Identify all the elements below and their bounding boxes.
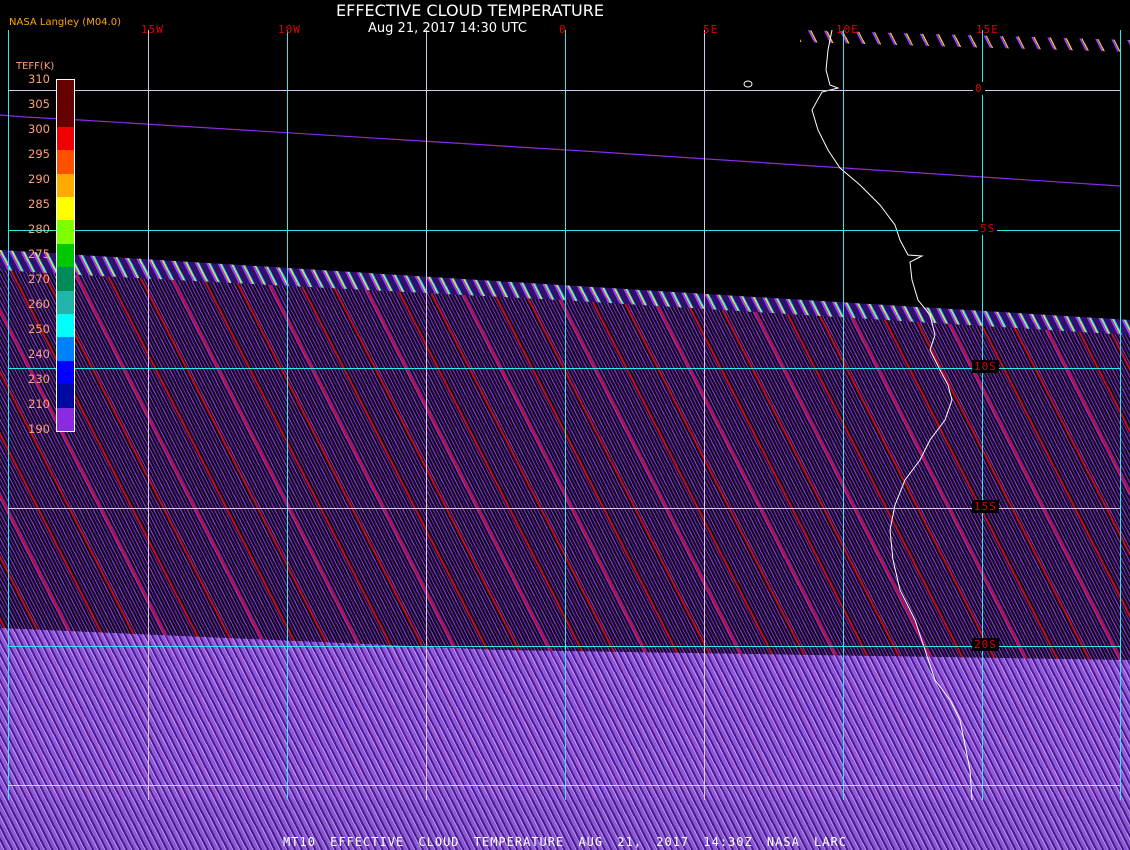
- legend-title: TEFF(K): [16, 61, 55, 72]
- latitude-label: 10S: [972, 360, 999, 373]
- grid-meridian: [287, 30, 288, 800]
- legend-tick-label: 260: [28, 297, 50, 311]
- legend-tick-label: 250: [28, 322, 50, 336]
- legend-color-swatch: [57, 267, 74, 291]
- legend-color-swatch: [57, 407, 74, 432]
- terminator-line: [0, 114, 1121, 187]
- legend-color-swatch: [57, 290, 74, 315]
- grid-meridian: [148, 30, 149, 800]
- island: [743, 80, 753, 88]
- legend-tick-label: 285: [28, 197, 50, 211]
- legend-tick-label: 190: [28, 422, 50, 436]
- grid-meridian: [565, 30, 566, 800]
- legend-tick-label: 290: [28, 172, 50, 186]
- legend-color-swatch: [57, 243, 74, 268]
- longitude-label: 15E: [976, 23, 999, 36]
- map-title: EFFECTIVE CLOUD TEMPERATURE: [336, 1, 604, 20]
- legend-color-swatch: [57, 150, 74, 174]
- grid-parallel: [8, 368, 1120, 369]
- color-scale-bar: [56, 79, 75, 432]
- latitude-label: 15S: [972, 500, 999, 513]
- legend-color-swatch: [57, 103, 74, 127]
- legend-tick-label: 230: [28, 372, 50, 386]
- legend-tick-label: 210: [28, 397, 50, 411]
- grid-meridian: [8, 30, 9, 800]
- legend-tick-label: 240: [28, 347, 50, 361]
- coastline: [811, 29, 973, 801]
- grid-meridian: [1120, 30, 1121, 800]
- legend-tick-label: 300: [28, 122, 50, 136]
- legend-color-swatch: [57, 337, 74, 361]
- legend-color-swatch: [57, 314, 74, 338]
- credit-label: NASA Langley (M04.0): [9, 17, 121, 28]
- grid-parallel: [8, 508, 1120, 509]
- legend-color-swatch: [57, 126, 74, 151]
- latitude-label: 5S: [978, 222, 998, 235]
- grid-parallel: [8, 785, 1120, 786]
- legend-color-swatch: [57, 197, 74, 221]
- latitude-label: 20S: [972, 638, 999, 651]
- grid-parallel: [8, 230, 1120, 231]
- grid-parallel: [8, 90, 1120, 91]
- legend-color-swatch: [57, 220, 74, 244]
- legend-tick-label: 275: [28, 247, 50, 261]
- map-timestamp: Aug 21, 2017 14:30 UTC: [368, 21, 527, 36]
- legend-color-swatch: [57, 80, 74, 104]
- latitude-label: 0: [973, 82, 985, 95]
- grid-meridian: [843, 30, 844, 800]
- footer-caption: MT10 EFFECTIVE CLOUD TEMPERATURE AUG 21,…: [283, 835, 847, 849]
- legend-color-swatch: [57, 384, 74, 408]
- legend-tick-label: 270: [28, 272, 50, 286]
- grid-meridian: [704, 30, 705, 800]
- legend-tick-label: 305: [28, 97, 50, 111]
- legend-tick-label: 280: [28, 222, 50, 236]
- legend-color-swatch: [57, 360, 74, 385]
- grid-parallel: [8, 646, 1120, 647]
- legend-tick-label: 295: [28, 147, 50, 161]
- legend-tick-label: 310: [28, 72, 50, 86]
- grid-meridian: [426, 30, 427, 800]
- legend-color-swatch: [57, 173, 74, 198]
- grid-meridian: [982, 30, 983, 800]
